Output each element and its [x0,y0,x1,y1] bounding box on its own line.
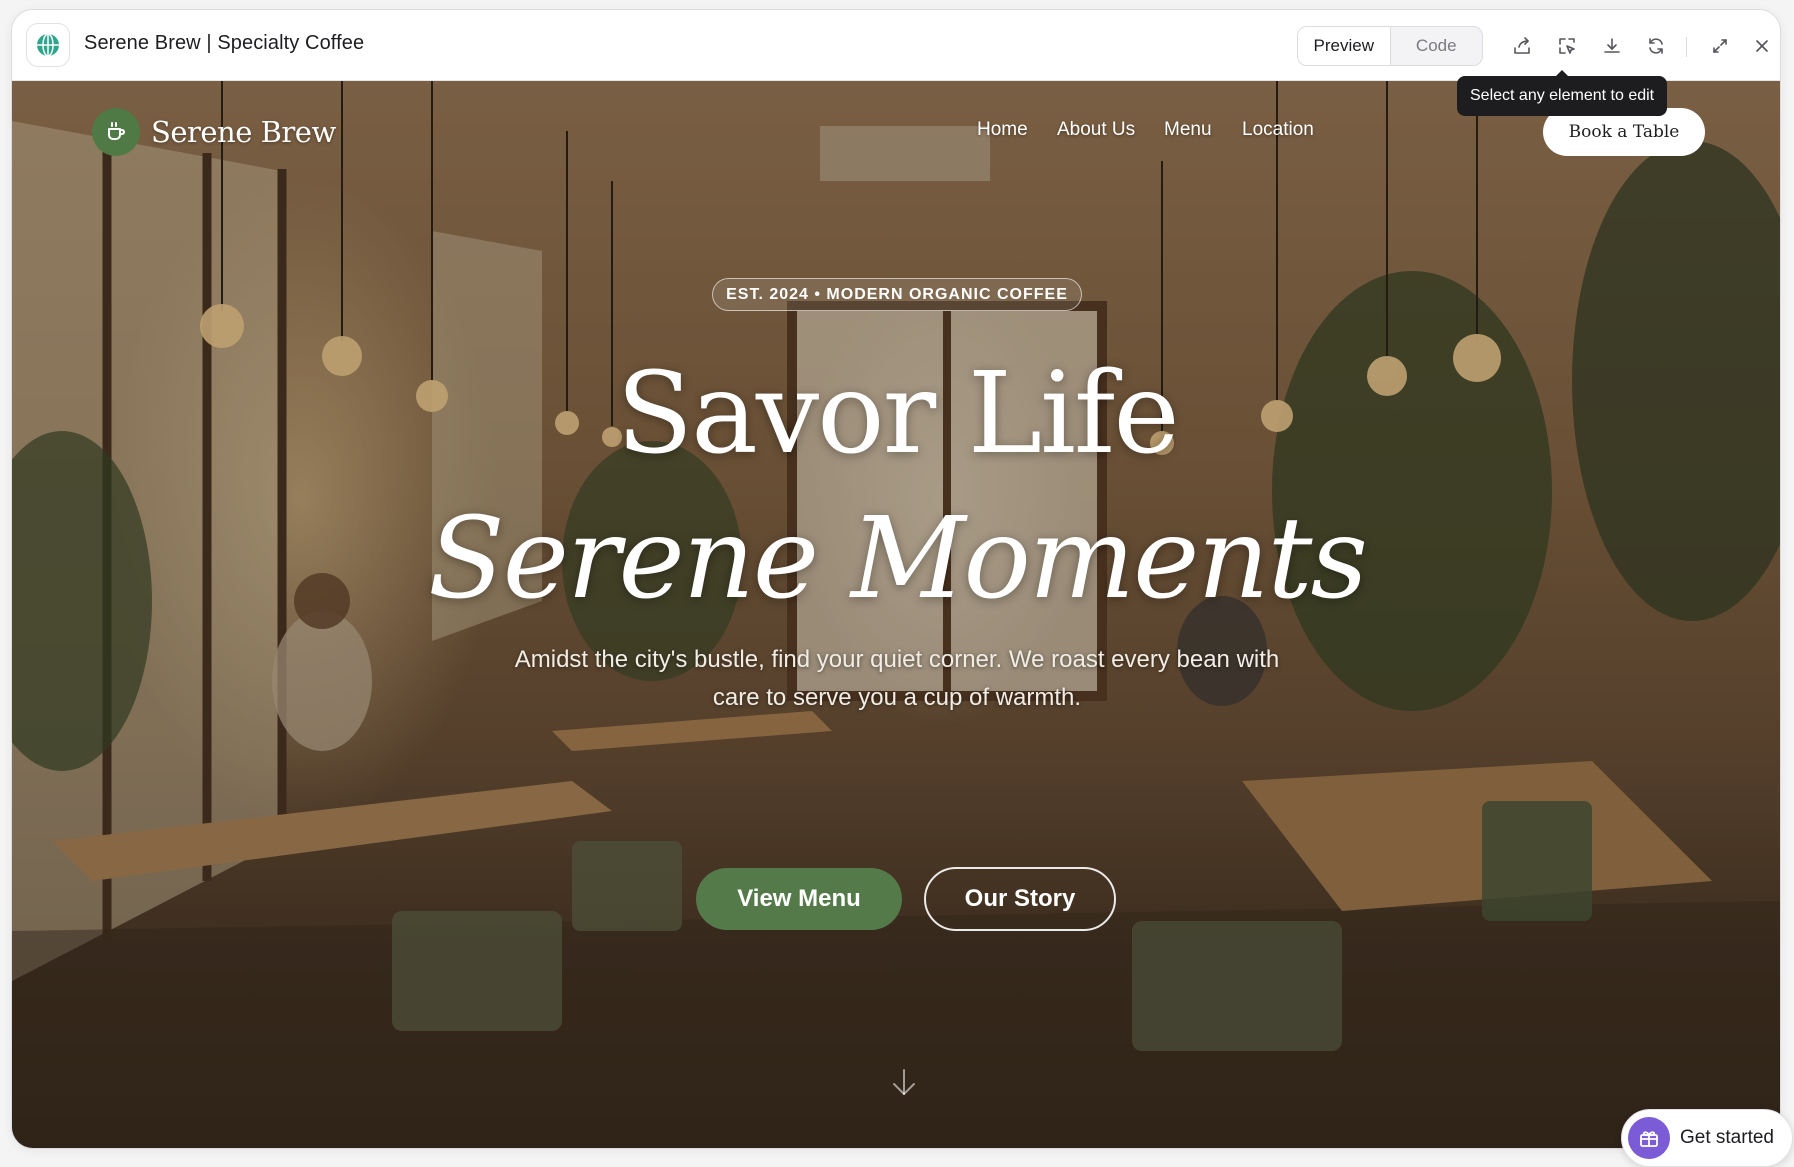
nav-menu[interactable]: Menu [1164,119,1212,141]
hero-headline-line2: Serene Moments [427,494,1368,624]
get-started-label: Get started [1680,1127,1774,1148]
brand-name: Serene Brew [151,115,336,149]
our-story-button[interactable]: Our Story [924,867,1116,931]
tab-code[interactable]: Code [1391,27,1483,65]
site-logo[interactable]: Serene Brew [92,108,336,156]
close-icon[interactable] [1750,34,1774,58]
download-icon[interactable] [1600,34,1624,58]
refresh-icon[interactable] [1644,34,1668,58]
title-bar: Serene Brew | Specialty Coffee Preview C… [12,10,1780,81]
view-toggle: Preview Code [1297,26,1483,66]
hero-subtitle: Amidst the city's bustle, find your quie… [514,646,1280,711]
toolbar-divider [1686,37,1687,57]
arrow-down-icon[interactable] [888,1066,920,1100]
coffee-cup-icon [92,108,140,156]
app-window: Serene Brew | Specialty Coffee Preview C… [11,9,1781,1149]
gift-icon [1628,1117,1670,1159]
edit-tooltip: Select any element to edit [1457,70,1668,116]
view-menu-button[interactable]: View Menu [696,868,902,930]
expand-icon[interactable] [1708,34,1732,58]
share-icon[interactable] [1510,34,1534,58]
established-badge: EST. 2024 • MODERN ORGANIC COFFEE [712,278,1082,311]
tab-preview[interactable]: Preview [1298,27,1391,65]
globe-icon [26,23,70,67]
select-element-icon[interactable] [1555,34,1579,58]
hero-section: Serene Brew Home About Us Menu Location … [12,81,1780,1148]
get-started-button[interactable]: Get started [1621,1109,1793,1167]
hero-headline-line1: Savor Life [616,349,1179,479]
window-title: Serene Brew | Specialty Coffee [84,32,365,54]
nav-home[interactable]: Home [977,119,1028,141]
nav-about-us[interactable]: About Us [1057,119,1135,141]
nav-location[interactable]: Location [1242,119,1314,141]
